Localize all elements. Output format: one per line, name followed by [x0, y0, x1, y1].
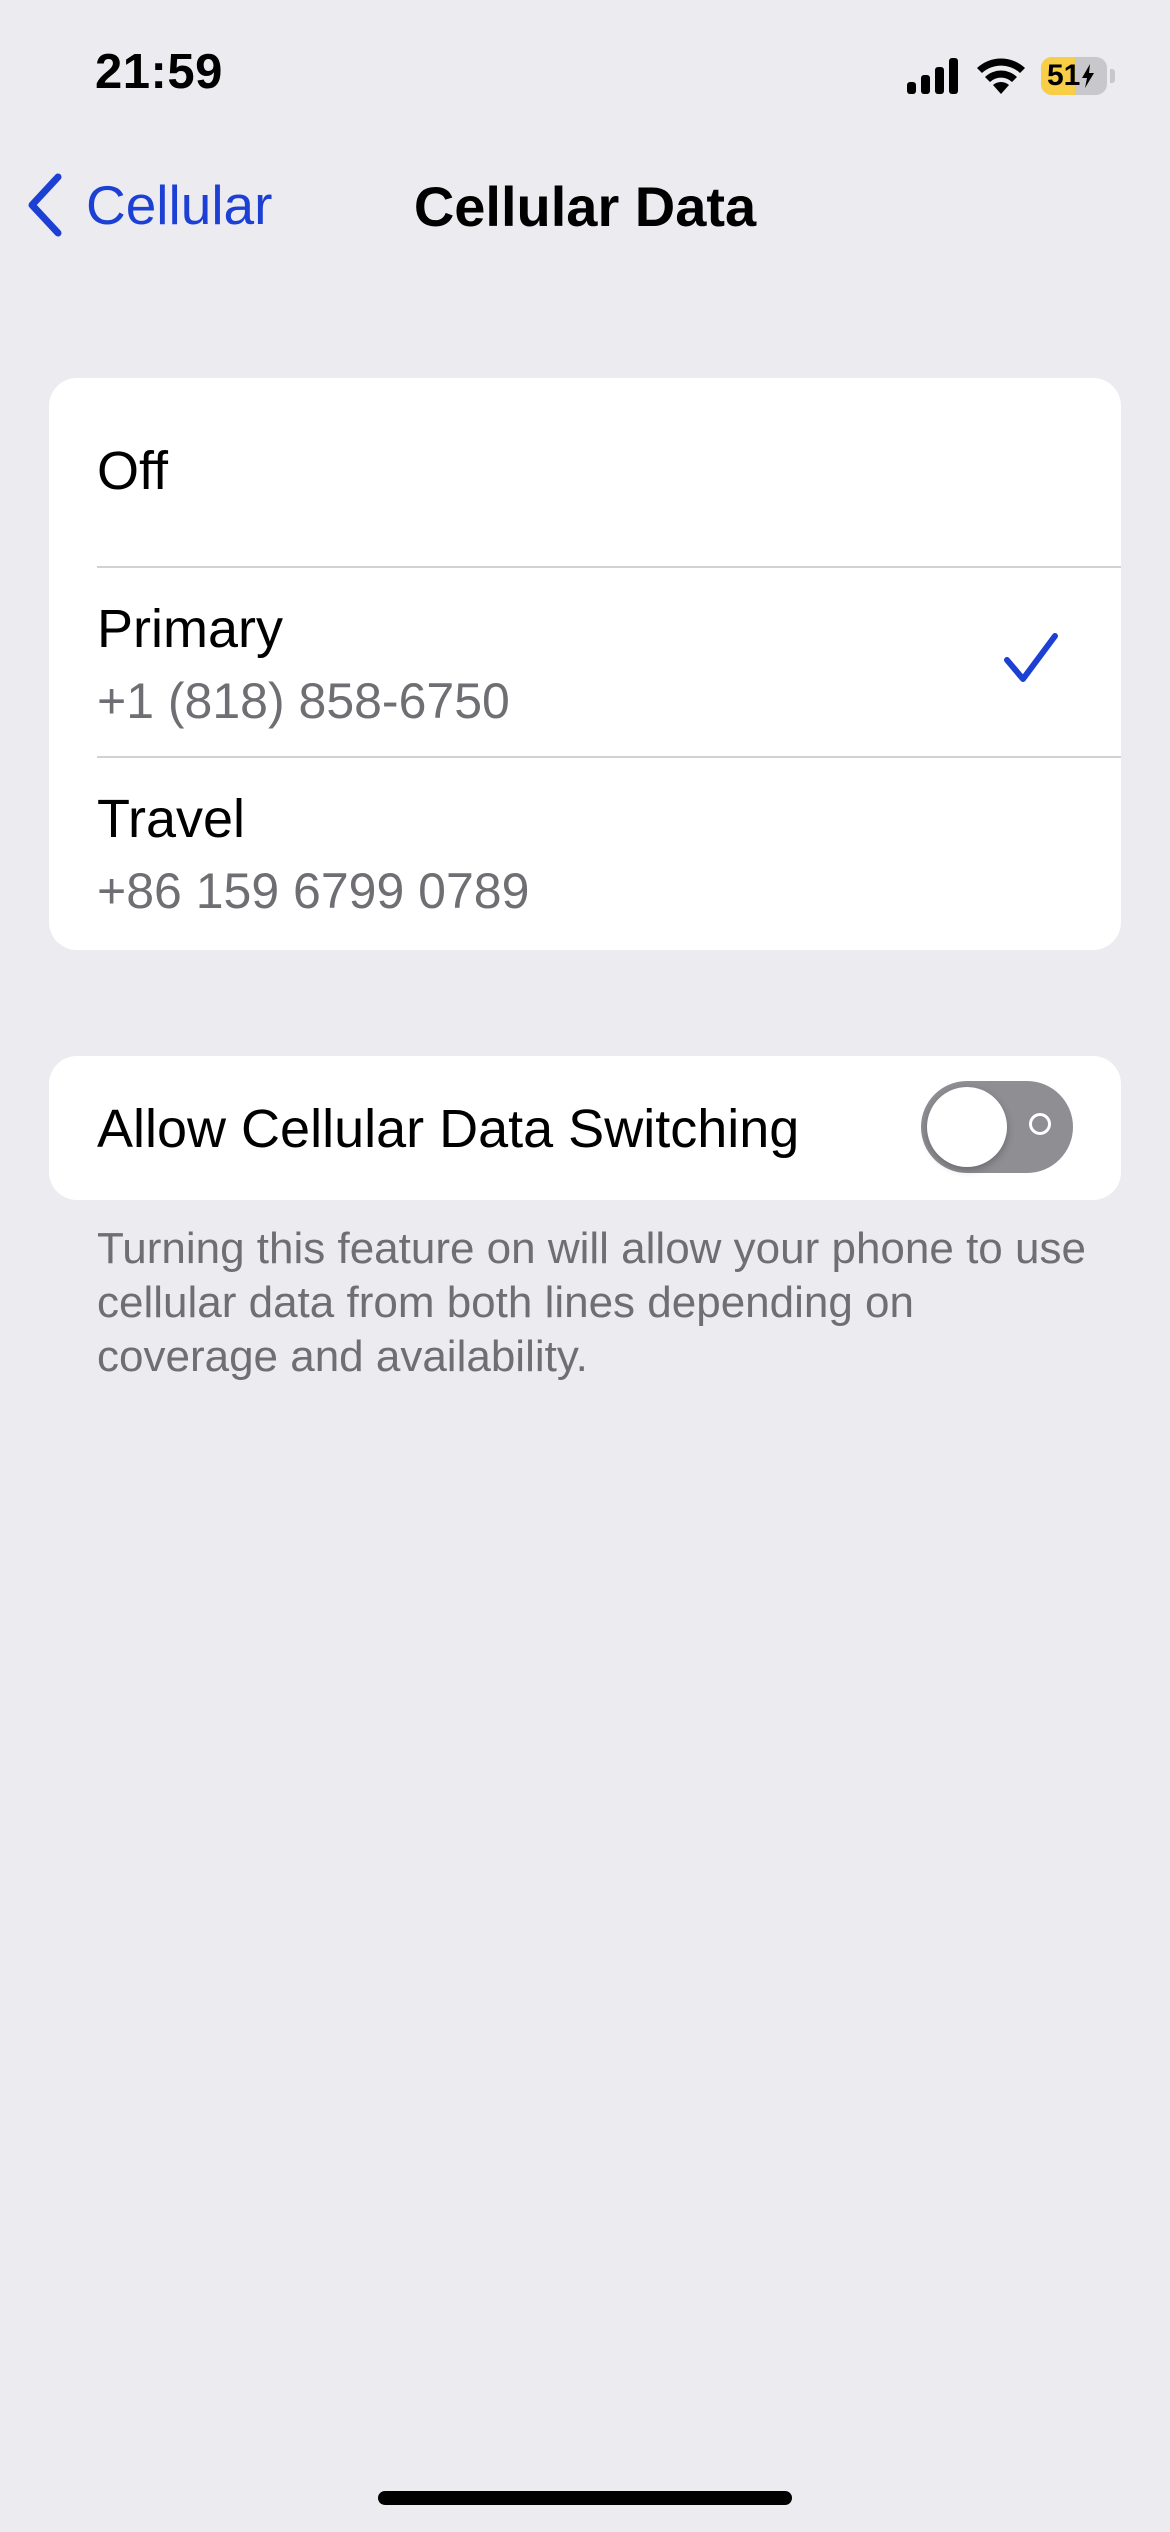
home-indicator[interactable]: [378, 2491, 792, 2505]
line-selection-group: Off Primary +1 (818) 858-6750 Travel +86…: [49, 378, 1121, 950]
checkmark-icon: [1004, 633, 1058, 682]
toggle-knob: [927, 1087, 1007, 1167]
status-icons: 51: [905, 52, 1115, 100]
battery-nub: [1110, 69, 1115, 83]
data-switching-toggle[interactable]: [921, 1081, 1073, 1173]
battery-indicator: 51: [1041, 57, 1107, 95]
status-time: 21:59: [95, 45, 223, 99]
data-switching-group: Allow Cellular Data Switching: [49, 1056, 1121, 1200]
page-title: Cellular Data: [413, 175, 757, 238]
option-off[interactable]: Off: [49, 378, 1121, 568]
bolt-icon: [1082, 64, 1095, 88]
battery-percent: 51: [1047, 59, 1081, 92]
toggle-off-icon: [1029, 1113, 1051, 1135]
data-switching-label: Allow Cellular Data Switching: [97, 1099, 800, 1159]
option-label: Primary: [97, 599, 283, 659]
wifi-icon: [977, 58, 1025, 94]
phone-number: +86 159 6799 0789: [97, 863, 530, 919]
option-label: Travel: [97, 789, 246, 849]
option-travel[interactable]: Travel +86 159 6799 0789: [49, 758, 1121, 950]
phone-number: +1 (818) 858-6750: [97, 673, 510, 729]
signal-icon: [907, 58, 958, 94]
status-bar: 21:59 51: [0, 0, 1170, 150]
data-switching-footer: Turning this feature on will allow your …: [97, 1224, 1086, 1381]
navigation-bar: Cellular Cellular Data: [0, 150, 1170, 260]
option-label: Off: [97, 441, 169, 501]
option-primary[interactable]: Primary +1 (818) 858-6750: [49, 568, 1121, 758]
